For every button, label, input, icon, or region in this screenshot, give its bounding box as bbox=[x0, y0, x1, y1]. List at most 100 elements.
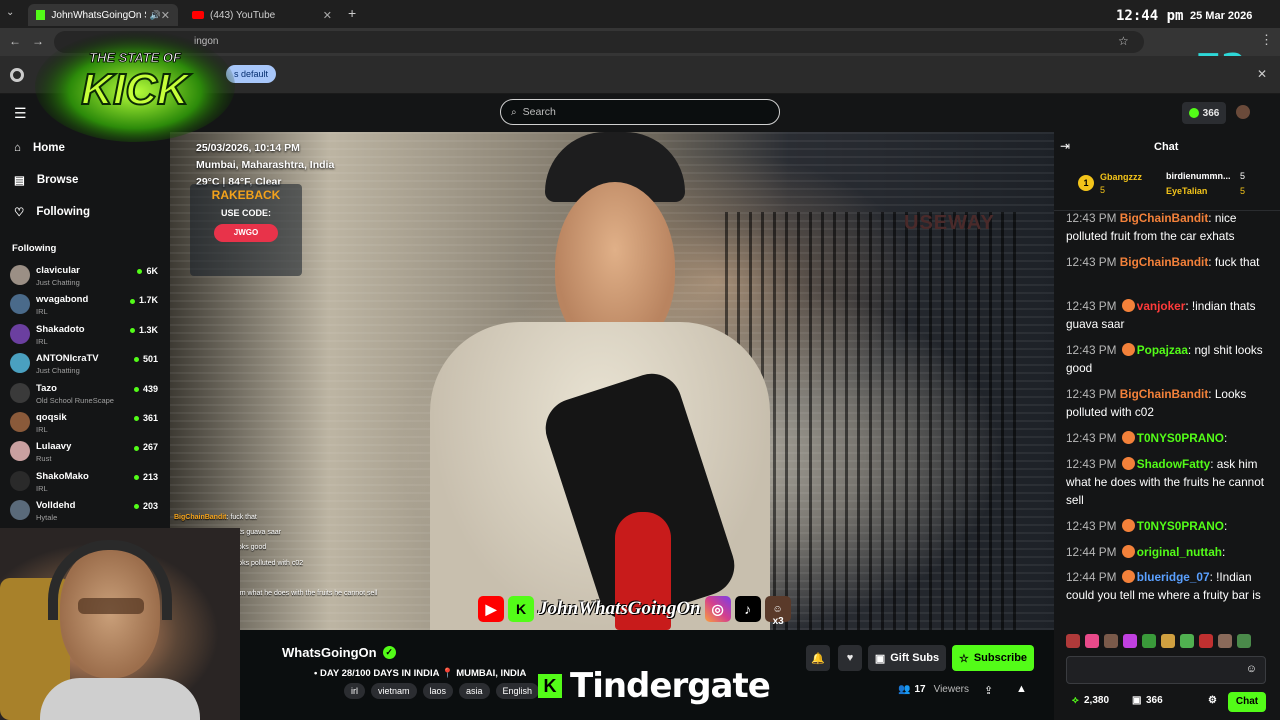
sidebar-channel[interactable]: Volldehd Hytale 203 bbox=[10, 497, 162, 525]
search-input[interactable]: ⌕ Search bbox=[500, 99, 780, 125]
streamer-name[interactable]: WhatsGoingOn ✓ bbox=[282, 645, 396, 660]
chat-username[interactable]: BigChainBandit bbox=[1120, 387, 1208, 401]
emote-icon[interactable] bbox=[1237, 634, 1251, 648]
search-icon: ⌕ bbox=[511, 106, 517, 118]
emote-icon[interactable] bbox=[1104, 634, 1118, 648]
close-tab-icon[interactable]: ✕ bbox=[161, 9, 170, 22]
stream-chat-user: BigChainBandit bbox=[174, 514, 227, 521]
home-icon: ⌂ bbox=[14, 142, 21, 154]
tag-pill[interactable]: vietnam bbox=[371, 683, 417, 699]
follow-button[interactable]: ♥ bbox=[838, 645, 862, 671]
channel-name: Tazo bbox=[36, 382, 57, 394]
sidebar-channel[interactable]: wvagabond IRL 1.7K bbox=[10, 291, 162, 319]
streamer-webcam bbox=[0, 528, 240, 720]
chat-message: 12:44 PM blueridge_07: !Indian could you… bbox=[1066, 570, 1261, 602]
chat-message: 12:43 PM BigChainBandit: Looks polluted … bbox=[1066, 387, 1247, 419]
tag-pill[interactable]: irl bbox=[344, 683, 365, 699]
bookmark-star-icon[interactable]: ☆ bbox=[1118, 34, 1129, 48]
nav-home-label: Home bbox=[32, 142, 65, 154]
search-placeholder: Search bbox=[522, 106, 556, 118]
streamer-figure bbox=[420, 132, 780, 630]
overlay-location: Mumbai, Maharashtra, India bbox=[196, 159, 335, 171]
webcam-sunglasses bbox=[78, 598, 144, 614]
nav-following[interactable]: ♡ Following bbox=[14, 202, 90, 222]
share-icon[interactable]: ⇪ bbox=[984, 684, 993, 697]
chat-username[interactable]: BigChainBandit bbox=[1120, 255, 1208, 269]
sidebar-channel[interactable]: clavicular Just Chatting 6K bbox=[10, 262, 162, 290]
sidebar-channel[interactable]: ANTONIcraTV Just Chatting 501 bbox=[10, 350, 162, 378]
subscribe-button[interactable]: ☆ Subscribe bbox=[952, 645, 1034, 671]
chat-time: 12:44 PM bbox=[1066, 545, 1117, 559]
settings-icon[interactable]: ⚙ bbox=[1208, 695, 1217, 706]
browse-icon: ▤ bbox=[14, 175, 25, 187]
channel-viewers: 203 bbox=[133, 501, 158, 512]
tag-pill[interactable]: asia bbox=[459, 683, 490, 699]
avatar bbox=[10, 470, 30, 491]
sidebar-channel[interactable]: ShakoMako IRL 213 bbox=[10, 468, 162, 496]
overlay-clock-time: 12:44 pm bbox=[1116, 8, 1184, 24]
streamer-handle: JohnWhatsGoingOn bbox=[538, 598, 701, 619]
sidebar-channel[interactable]: Lulaavy Rust 267 bbox=[10, 438, 162, 466]
user-avatar[interactable] bbox=[1236, 105, 1250, 119]
kick-favicon-icon bbox=[36, 10, 46, 20]
chat-message: 12:43 PM vanjoker: !indian thats guava s… bbox=[1066, 299, 1256, 331]
chat-username[interactable]: T0NYS0PRANO bbox=[1137, 519, 1224, 533]
channel-category: Just Chatting bbox=[36, 366, 80, 376]
sidebar-channel[interactable]: qoqsik IRL 361 bbox=[10, 409, 162, 437]
chat-message: 12:44 PM original_nuttah: bbox=[1066, 545, 1226, 559]
close-infobar-icon[interactable]: ✕ bbox=[1257, 67, 1267, 81]
heart-icon: ♥ bbox=[846, 652, 854, 664]
chat-username[interactable]: original_nuttah bbox=[1137, 545, 1222, 559]
back-icon[interactable]: ← bbox=[9, 34, 21, 48]
emote-icon[interactable] bbox=[1066, 634, 1080, 648]
sidebar-channel[interactable]: Shakadoto IRL 1.3K bbox=[10, 321, 162, 349]
gift-subs-label: Gift Subs bbox=[890, 652, 940, 664]
emote-picker-icon[interactable]: ☺ bbox=[1246, 663, 1257, 675]
chat-username[interactable]: BigChainBandit bbox=[1120, 211, 1208, 225]
emote-icon[interactable] bbox=[1123, 634, 1137, 648]
collapse-chat-icon[interactable]: ⇥ bbox=[1060, 139, 1070, 153]
viewer-number: 203 bbox=[142, 501, 158, 512]
chat-username[interactable]: Popajzaa bbox=[1137, 343, 1188, 357]
emote-icon[interactable] bbox=[1142, 634, 1156, 648]
set-default-label: s default bbox=[234, 69, 269, 79]
chat-username[interactable]: ShadowFatty bbox=[1137, 457, 1210, 471]
webcam-shirt bbox=[40, 678, 200, 720]
tag-pill[interactable]: laos bbox=[422, 683, 454, 699]
kicks-balance[interactable]: 366 bbox=[1182, 102, 1226, 124]
emote-icon: ☺ x3 bbox=[764, 596, 791, 627]
gift-icon: ▣ bbox=[874, 652, 886, 665]
report-icon[interactable]: ▲ bbox=[1016, 683, 1027, 695]
emote-icon[interactable] bbox=[1199, 634, 1213, 648]
tab-list-icon[interactable]: ⌄ bbox=[6, 7, 20, 21]
notification-button[interactable]: 🔔 bbox=[806, 645, 830, 671]
browser-menu-icon[interactable]: ⋮ bbox=[1260, 32, 1273, 48]
new-tab-icon[interactable]: + bbox=[348, 5, 356, 21]
gift-subs-button[interactable]: ▣ Gift Subs bbox=[868, 645, 946, 671]
emote-icon[interactable] bbox=[1218, 634, 1232, 648]
menu-icon[interactable]: ☰ bbox=[14, 105, 27, 122]
tag-list: irl vietnam laos asia English bbox=[344, 683, 540, 699]
channel-viewers: 1.3K bbox=[129, 325, 158, 335]
chat-username[interactable]: vanjoker bbox=[1137, 299, 1186, 313]
chat-send-button[interactable]: Chat bbox=[1228, 692, 1266, 712]
state-of-kick-logo: THE STATE OF KICK bbox=[35, 30, 235, 142]
chat-time: 12:43 PM bbox=[1066, 457, 1117, 471]
emote-icon[interactable] bbox=[1085, 634, 1099, 648]
sub-badge-icon bbox=[1121, 545, 1135, 558]
close-tab-icon[interactable]: ✕ bbox=[323, 9, 332, 22]
chat-username[interactable]: blueridge_07 bbox=[1137, 570, 1210, 584]
chat-input[interactable]: ☺ bbox=[1066, 656, 1266, 684]
channel-category: IRL bbox=[36, 483, 48, 493]
chat-username[interactable]: T0NYS0PRANO bbox=[1137, 431, 1224, 445]
sidebar-channel[interactable]: Tazo Old School RuneScape 439 bbox=[10, 380, 162, 408]
sub-badge-icon bbox=[1121, 299, 1135, 312]
channel-name: wvagabond bbox=[36, 294, 89, 306]
emote-icon[interactable] bbox=[1161, 634, 1175, 648]
emote-icon[interactable] bbox=[1180, 634, 1194, 648]
tag-pill[interactable]: English bbox=[495, 683, 540, 699]
nav-browse[interactable]: ▤ Browse bbox=[14, 170, 78, 190]
viewer-number: 267 bbox=[142, 442, 158, 453]
stream-chat-text: Looks polluted with c02 bbox=[230, 559, 304, 567]
audio-icon[interactable]: 🔊 bbox=[150, 10, 161, 21]
